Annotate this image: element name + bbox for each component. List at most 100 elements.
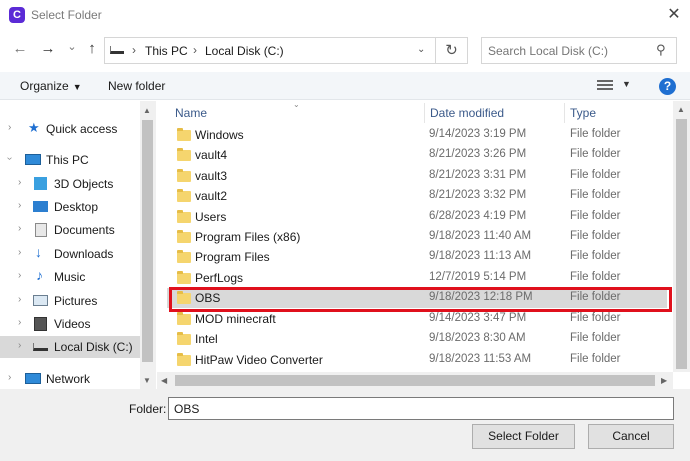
horizontal-scroll-thumb[interactable] bbox=[175, 375, 655, 386]
sidebar-item-label: Videos bbox=[54, 317, 91, 331]
file-type: File folder bbox=[570, 312, 621, 324]
column-header-name[interactable]: Name bbox=[175, 106, 207, 120]
file-date: 9/18/2023 11:13 AM bbox=[429, 250, 532, 262]
file-type: File folder bbox=[570, 210, 621, 222]
table-row[interactable]: Program Files 9/18/2023 11:13 AM File fo… bbox=[167, 247, 667, 267]
column-divider[interactable] bbox=[564, 103, 565, 123]
table-row[interactable]: vault3 8/21/2023 3:31 PM File folder bbox=[167, 166, 667, 186]
chevron-down-icon[interactable]: › bbox=[4, 157, 15, 160]
help-icon[interactable]: ? bbox=[659, 78, 676, 95]
sidebar-item-3d-objects[interactable]: › 3D Objects bbox=[0, 173, 140, 195]
forward-arrow-icon[interactable]: → bbox=[39, 40, 57, 58]
sidebar-item-local-disk[interactable]: › Local Disk (C:) bbox=[0, 336, 140, 358]
sidebar-item-documents[interactable]: › Documents bbox=[0, 219, 140, 241]
view-options-icon[interactable] bbox=[597, 80, 613, 92]
file-name: vault3 bbox=[195, 169, 228, 183]
sidebar-item-label: Pictures bbox=[54, 294, 98, 308]
file-date: 9/18/2023 11:53 AM bbox=[429, 353, 532, 365]
scroll-down-icon[interactable]: ▼ bbox=[143, 376, 151, 385]
sidebar-item-this-pc[interactable]: › This PC bbox=[0, 149, 140, 171]
folder-icon bbox=[177, 210, 191, 223]
drive-icon bbox=[33, 343, 48, 351]
file-type: File folder bbox=[570, 230, 621, 242]
search-icon[interactable]: ⚲ bbox=[656, 42, 666, 58]
folder-icon bbox=[177, 250, 191, 263]
table-row[interactable]: Users 6/28/2023 4:19 PM File folder bbox=[167, 207, 667, 227]
file-date: 9/14/2023 3:47 PM bbox=[429, 312, 527, 324]
drive-icon bbox=[110, 46, 124, 54]
table-row[interactable]: Intel 9/18/2023 8:30 AM File folder bbox=[167, 329, 667, 349]
sidebar-item-downloads[interactable]: › ↓ Downloads bbox=[0, 243, 140, 265]
breadcrumb-separator: › bbox=[193, 43, 197, 57]
close-icon[interactable]: ✕ bbox=[664, 5, 684, 25]
organize-button[interactable]: Organize ▼ bbox=[20, 79, 82, 93]
table-row[interactable]: Program Files (x86) 9/18/2023 11:40 AM F… bbox=[167, 227, 667, 247]
address-dropdown-icon[interactable]: ⌄ bbox=[417, 44, 425, 55]
new-folder-button[interactable]: New folder bbox=[108, 79, 165, 93]
file-date: 9/18/2023 11:40 AM bbox=[429, 230, 532, 242]
file-name: Windows bbox=[195, 128, 244, 142]
chevron-down-icon[interactable]: ▼ bbox=[622, 79, 631, 89]
file-type: File folder bbox=[570, 148, 621, 160]
sidebar-item-quick-access[interactable]: › ★ Quick access bbox=[0, 118, 140, 140]
scroll-left-icon[interactable]: ◀ bbox=[161, 376, 167, 385]
file-name: Program Files bbox=[195, 250, 270, 264]
refresh-icon[interactable]: ↻ bbox=[436, 37, 468, 64]
chevron-right-icon[interactable]: › bbox=[18, 247, 21, 258]
sidebar-item-desktop[interactable]: › Desktop bbox=[0, 196, 140, 218]
folder-input[interactable] bbox=[168, 397, 674, 420]
search-input[interactable] bbox=[488, 43, 648, 59]
chevron-right-icon[interactable]: › bbox=[8, 372, 11, 383]
chevron-right-icon[interactable]: › bbox=[8, 122, 11, 133]
select-folder-button[interactable]: Select Folder bbox=[472, 424, 575, 449]
breadcrumb-separator: › bbox=[132, 43, 136, 57]
folder-icon bbox=[177, 312, 191, 325]
column-header-type[interactable]: Type bbox=[570, 106, 596, 120]
up-arrow-icon[interactable]: ↑ bbox=[83, 40, 101, 58]
table-row[interactable]: PerfLogs 12/7/2019 5:14 PM File folder bbox=[167, 268, 667, 288]
table-row[interactable]: vault4 8/21/2023 3:26 PM File folder bbox=[167, 145, 667, 165]
sidebar-item-network[interactable]: › Network bbox=[0, 368, 140, 390]
folder-icon bbox=[177, 189, 191, 202]
search-box[interactable]: ⚲ bbox=[481, 37, 677, 64]
star-icon: ★ bbox=[28, 120, 40, 135]
sidebar-item-music[interactable]: › ♪ Music bbox=[0, 266, 140, 288]
chevron-right-icon[interactable]: › bbox=[18, 200, 21, 211]
chevron-right-icon[interactable]: › bbox=[18, 270, 21, 281]
organize-label: Organize bbox=[20, 79, 69, 93]
chevron-right-icon[interactable]: › bbox=[18, 317, 21, 328]
table-row[interactable]: Windows 9/14/2023 3:19 PM File folder bbox=[167, 125, 667, 145]
selection-highlight-box bbox=[169, 287, 672, 312]
chevron-right-icon[interactable]: › bbox=[18, 294, 21, 305]
address-bar[interactable]: › This PC › Local Disk (C:) ⌄ bbox=[104, 37, 436, 64]
folder-icon bbox=[177, 128, 191, 141]
column-header-date[interactable]: Date modified bbox=[430, 106, 504, 120]
file-name: Program Files (x86) bbox=[195, 230, 301, 244]
sidebar-scroll-thumb[interactable] bbox=[142, 120, 153, 362]
scroll-right-icon[interactable]: ▶ bbox=[661, 376, 667, 385]
scroll-up-icon[interactable]: ▲ bbox=[143, 106, 151, 115]
breadcrumb-this-pc[interactable]: This PC bbox=[145, 44, 188, 58]
breadcrumb-local-disk[interactable]: Local Disk (C:) bbox=[205, 44, 284, 58]
table-row[interactable]: vault2 8/21/2023 3:32 PM File folder bbox=[167, 186, 667, 206]
table-row[interactable]: MOD minecraft 9/14/2023 3:47 PM File fol… bbox=[167, 309, 667, 329]
file-list: ⌄ Name Date modified Type Windows 9/14/2… bbox=[157, 100, 690, 389]
back-arrow-icon[interactable]: ← bbox=[11, 40, 29, 58]
pc-icon bbox=[25, 154, 41, 165]
chevron-down-icon: ▼ bbox=[72, 82, 82, 92]
chevron-right-icon[interactable]: › bbox=[18, 340, 21, 351]
file-date: 6/28/2023 4:19 PM bbox=[429, 210, 527, 222]
folder-field-label: Folder: bbox=[129, 402, 167, 416]
column-divider[interactable] bbox=[424, 103, 425, 123]
sidebar-item-pictures[interactable]: › Pictures bbox=[0, 290, 140, 312]
pictures-icon bbox=[33, 295, 48, 306]
chevron-right-icon[interactable]: › bbox=[18, 223, 21, 234]
recent-locations-icon[interactable]: ⌄ bbox=[63, 38, 81, 56]
vertical-scroll-thumb[interactable] bbox=[676, 119, 687, 369]
table-row[interactable]: HitPaw Video Converter 9/18/2023 11:53 A… bbox=[167, 350, 667, 370]
chevron-right-icon[interactable]: › bbox=[18, 177, 21, 188]
cancel-button[interactable]: Cancel bbox=[588, 424, 674, 449]
scroll-up-icon[interactable]: ▲ bbox=[677, 105, 685, 114]
sidebar-item-videos[interactable]: › Videos bbox=[0, 313, 140, 335]
file-date: 8/21/2023 3:31 PM bbox=[429, 169, 527, 181]
